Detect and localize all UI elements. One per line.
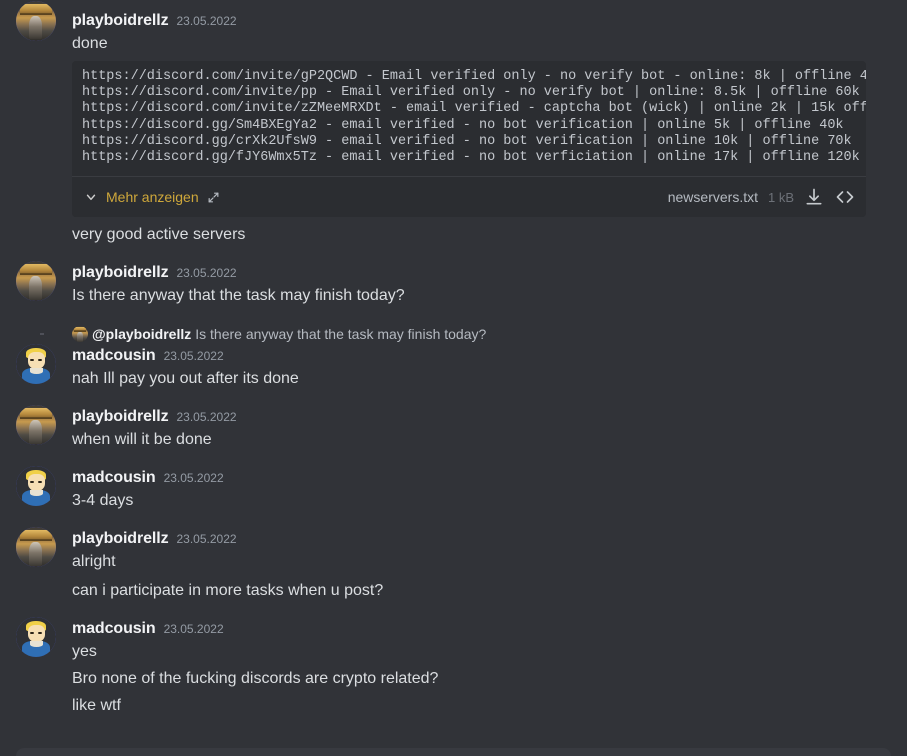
- message-header: playboidrellz 23.05.2022: [72, 262, 891, 284]
- code-line: https://discord.com/invite/gP2QCWD - Ema…: [82, 69, 866, 84]
- avatar-image-playboidrellz: [16, 1, 56, 41]
- message-timestamp: 23.05.2022: [163, 471, 224, 486]
- message-text: like wtf: [72, 697, 121, 715]
- code-line: https://discord.com/invite/zZMeeMRXDt - …: [82, 101, 866, 117]
- message-text: 3-4 days: [72, 492, 134, 510]
- file-meta: newservers.txt 1 kB: [668, 187, 856, 207]
- message-text: done: [72, 35, 108, 52]
- expand-arrows-icon[interactable]: [207, 191, 220, 204]
- avatar[interactable]: [16, 1, 56, 41]
- message-timestamp: 23.05.2022: [176, 532, 237, 547]
- avatar-image-playboidrellz: [16, 527, 56, 568]
- avatar[interactable]: [16, 527, 56, 568]
- code-brackets-icon[interactable]: [834, 187, 856, 207]
- avatar[interactable]: [16, 466, 56, 507]
- message-header: madcousin 23.05.2022: [72, 618, 891, 640]
- message-author[interactable]: playboidrellz: [72, 10, 169, 32]
- message-text: Bro none of the fucking discords are cry…: [72, 670, 439, 688]
- message-author[interactable]: madcousin: [72, 345, 156, 367]
- reply-avatar: [72, 326, 88, 343]
- file-preview-footer: Mehr anzeigen newservers.txt 1 kB: [72, 176, 866, 218]
- message-header: playboidrellz 23.05.2022: [72, 406, 891, 428]
- message-header: playboidrellz 23.05.2022: [72, 10, 891, 32]
- discord-chat-view: playboidrellz 23.05.2022 done https://di…: [0, 0, 907, 756]
- code-line: https://discord.gg/Sm4BXEgYa2 - email ve…: [82, 117, 844, 133]
- message-author[interactable]: playboidrellz: [72, 262, 169, 284]
- show-more-button[interactable]: Mehr anzeigen: [84, 189, 220, 205]
- message-timestamp: 23.05.2022: [176, 266, 237, 281]
- message-text: yes: [72, 643, 97, 661]
- message-author[interactable]: madcousin: [72, 467, 156, 489]
- message-input-strip: [0, 746, 907, 756]
- avatar-image-madcousin: [16, 344, 56, 385]
- message-input-box[interactable]: [16, 748, 891, 756]
- file-preview-embed: https://discord.com/invite/gP2QCWD - Ema…: [72, 61, 866, 218]
- message-like-wtf: like wtf: [0, 690, 907, 717]
- message-text: alright: [72, 553, 116, 571]
- reply-reference[interactable]: @playboidrellz Is there anyway that the …: [40, 323, 891, 345]
- download-icon[interactable]: [804, 187, 824, 207]
- avatar-image-madcousin: [16, 617, 56, 658]
- message-text: nah Ill pay you out after its done: [72, 370, 299, 388]
- avatar[interactable]: [16, 617, 56, 658]
- message-timestamp: 23.05.2022: [176, 14, 237, 28]
- chevron-down-icon: [84, 190, 98, 204]
- avatar-image-madcousin: [16, 466, 56, 507]
- message-author[interactable]: madcousin: [72, 618, 156, 640]
- avatar-image-playboidrellz: [16, 261, 56, 302]
- message-group-madcousin-days: madcousin 23.05.2022 3-4 days: [0, 465, 907, 512]
- message-text: can i participate in more tasks when u p…: [72, 582, 384, 600]
- message-timestamp: 23.05.2022: [163, 622, 224, 637]
- message-author[interactable]: playboidrellz: [72, 528, 169, 550]
- message-very-good-active-servers: very good active servers: [0, 217, 907, 246]
- vault-collar: [29, 368, 44, 374]
- message-header: madcousin 23.05.2022: [72, 467, 891, 489]
- message-text: when will it be done: [72, 431, 212, 449]
- message-crypto-related: Bro none of the fucking discords are cry…: [0, 663, 907, 690]
- message-group-playboidrellz-alright: playboidrellz 23.05.2022 alright: [0, 526, 907, 573]
- code-line: https://discord.com/invite/pp - Email ve…: [82, 85, 860, 101]
- message-header: madcousin 23.05.2022: [72, 345, 891, 367]
- reply-quoted-text[interactable]: Is there anyway that the task may finish…: [195, 326, 486, 342]
- message-group-playboidrellz-done: playboidrellz 23.05.2022 done https://di…: [0, 0, 907, 218]
- message-text: Is there anyway that the task may finish…: [72, 287, 405, 305]
- reply-mention[interactable]: @playboidrellz: [92, 326, 191, 342]
- message-text: very good active servers: [72, 226, 246, 244]
- code-preview-body: https://discord.com/invite/gP2QCWD - Ema…: [72, 61, 866, 176]
- avatar[interactable]: [16, 261, 56, 302]
- message-header: playboidrellz 23.05.2022: [72, 528, 891, 550]
- message-group-madcousin-yes: madcousin 23.05.2022 yes: [0, 616, 907, 663]
- vault-collar: [29, 490, 44, 496]
- avatar[interactable]: [16, 344, 56, 385]
- message-group-playboidrellz-when: playboidrellz 23.05.2022 when will it be…: [0, 404, 907, 451]
- message-timestamp: 23.05.2022: [176, 410, 237, 425]
- message-group-playboidrellz-question: playboidrellz 23.05.2022 Is there anyway…: [0, 260, 907, 307]
- message-participate-tasks: can i participate in more tasks when u p…: [0, 573, 907, 602]
- message-timestamp: 23.05.2022: [163, 349, 224, 364]
- message-group-madcousin-reply: @playboidrellz Is there anyway that the …: [0, 321, 907, 390]
- file-name[interactable]: newservers.txt: [668, 189, 758, 205]
- avatar[interactable]: [16, 405, 56, 446]
- show-more-label: Mehr anzeigen: [106, 189, 199, 206]
- avatar-image-playboidrellz: [72, 326, 88, 343]
- message-author[interactable]: playboidrellz: [72, 406, 169, 428]
- avatar-image-playboidrellz: [16, 405, 56, 446]
- code-line: https://discord.gg/fJY6Wmx5Tz - email ve…: [82, 150, 860, 166]
- file-size: 1 kB: [767, 189, 794, 205]
- code-line: https://discord.gg/crXk2UfsW9 - email ve…: [82, 133, 852, 149]
- vault-collar: [29, 641, 44, 647]
